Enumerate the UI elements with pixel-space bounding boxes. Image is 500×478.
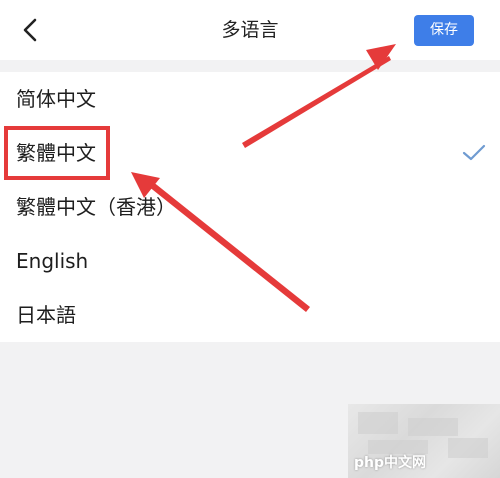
chevron-left-icon: [23, 18, 37, 42]
watermark-text: php中文网: [354, 455, 427, 471]
language-settings-screen: 多语言 保存 简体中文 繁體中文 繁體中文（香港） English 日本語 ph…: [0, 0, 500, 478]
save-button[interactable]: 保存: [414, 15, 474, 46]
language-item-english[interactable]: English: [0, 234, 500, 288]
language-label: 简体中文: [16, 87, 96, 111]
watermark-blur: [358, 412, 398, 434]
checkmark-icon: [462, 144, 486, 161]
language-item-traditional-chinese[interactable]: 繁體中文: [0, 126, 500, 180]
language-item-japanese[interactable]: 日本語: [0, 288, 500, 342]
language-label: 日本語: [16, 303, 76, 327]
watermark-blur: [448, 438, 488, 458]
language-label: 繁體中文（香港）: [16, 195, 176, 219]
watermark: php中文网: [348, 404, 500, 478]
watermark-blur: [408, 418, 458, 436]
language-label: English: [16, 249, 89, 273]
language-list: 简体中文 繁體中文 繁體中文（香港） English 日本語: [0, 72, 500, 342]
language-label: 繁體中文: [16, 141, 96, 165]
back-button[interactable]: [12, 12, 48, 48]
language-item-simplified-chinese[interactable]: 简体中文: [0, 72, 500, 126]
language-item-traditional-chinese-hk[interactable]: 繁體中文（香港）: [0, 180, 500, 234]
header-bar: 多语言 保存: [0, 0, 500, 60]
